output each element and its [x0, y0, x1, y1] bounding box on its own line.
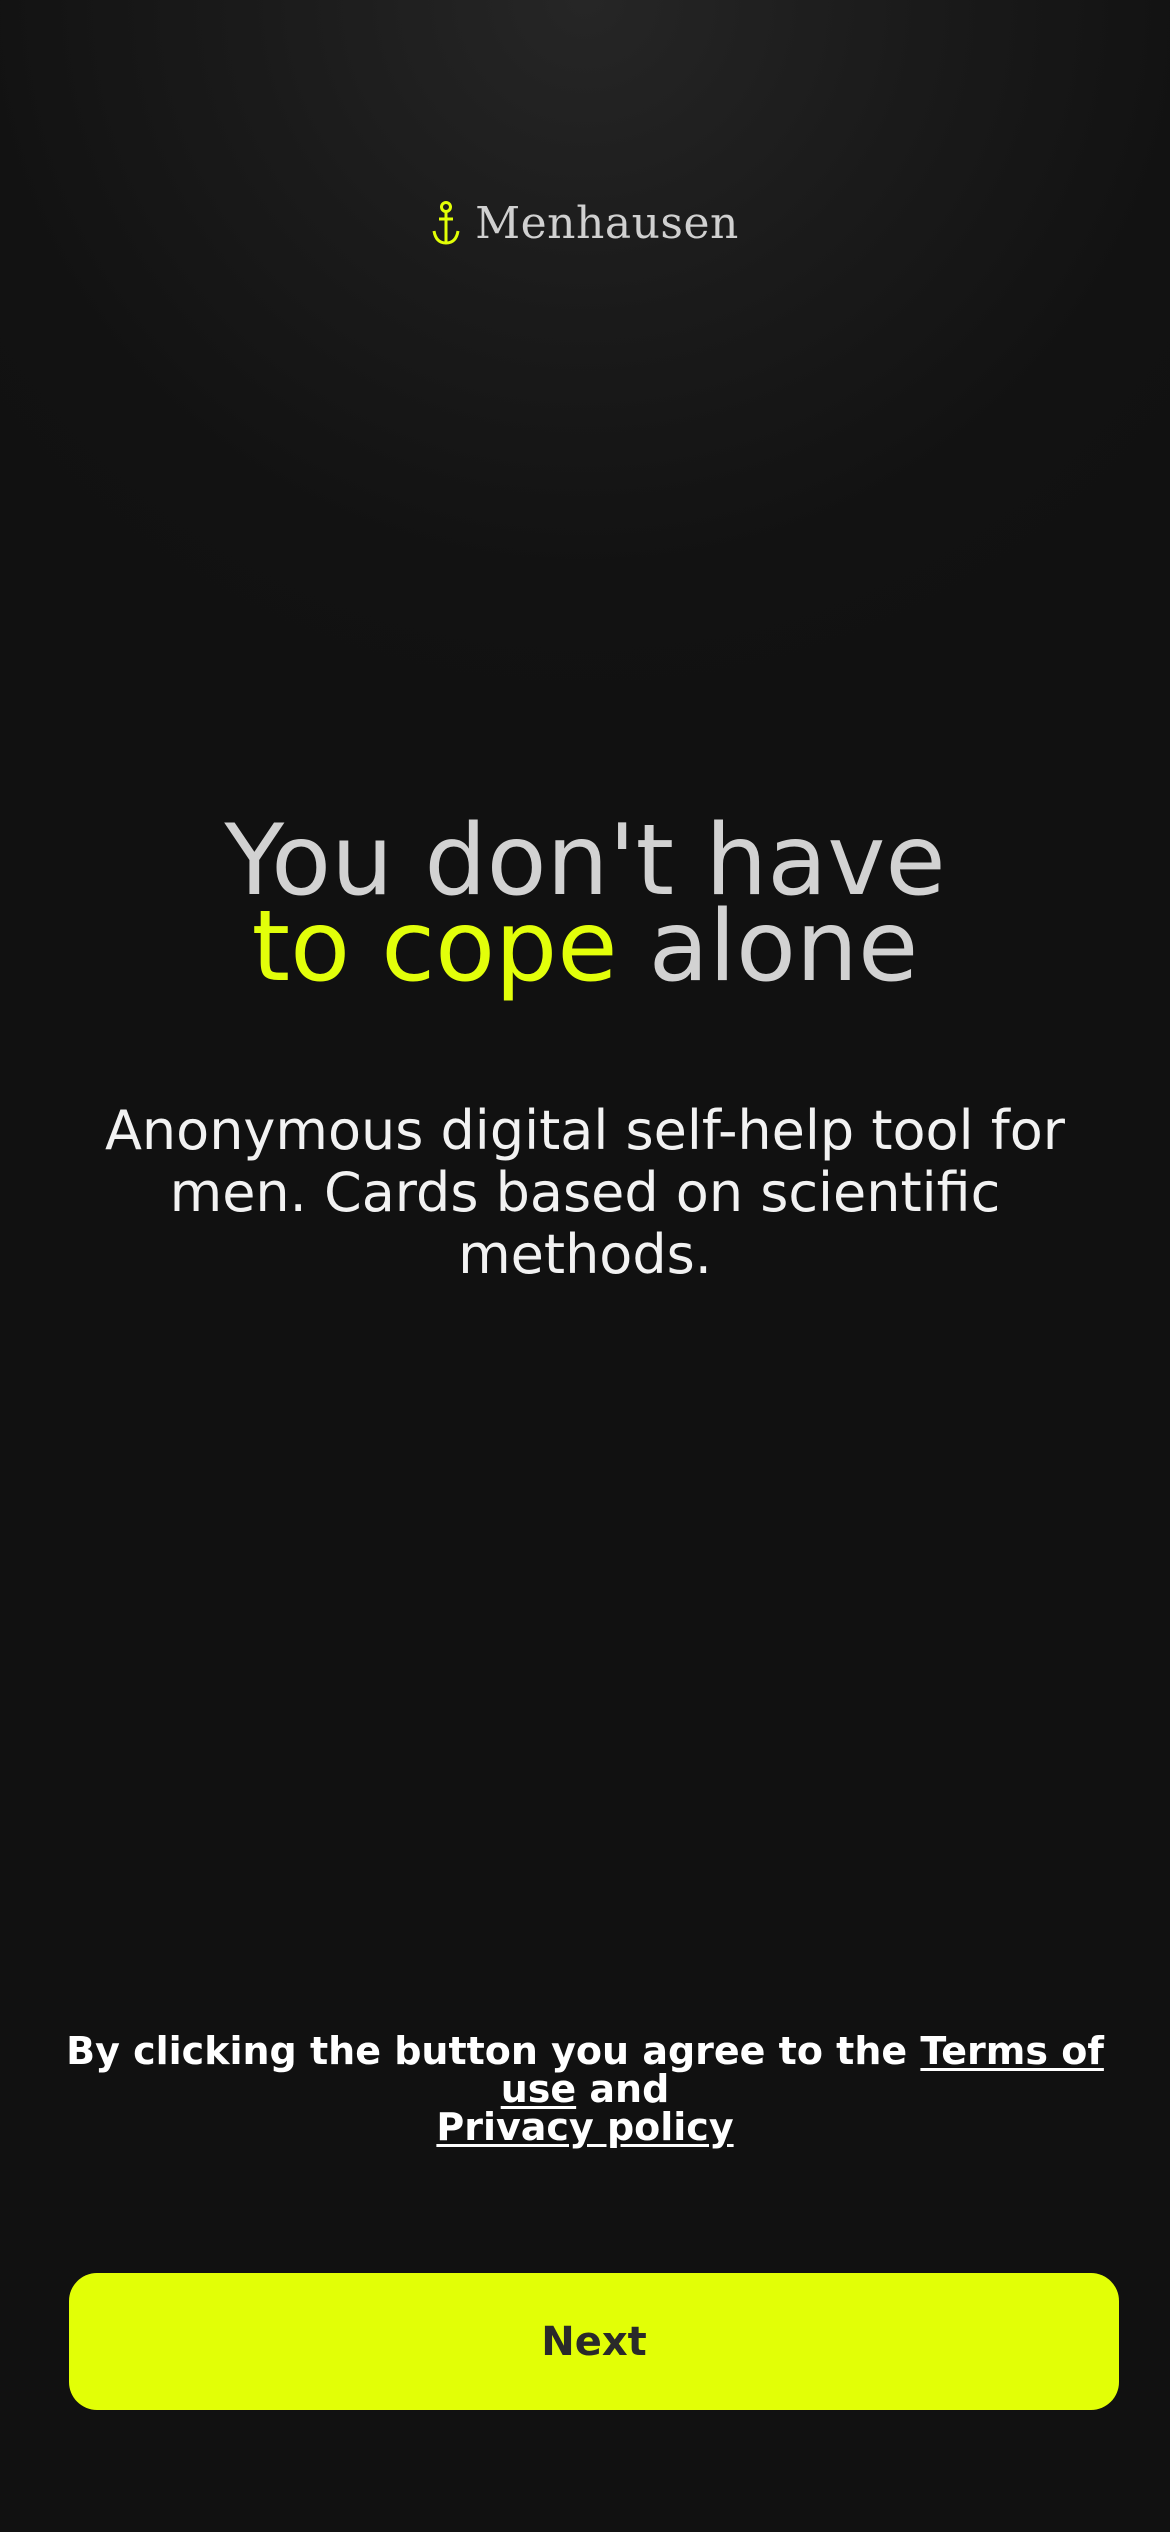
legal-notice: By clicking the button you agree to the …	[40, 2032, 1130, 2146]
privacy-policy-link[interactable]: Privacy policy	[436, 2105, 733, 2149]
page-subtitle: Anonymous digital self-help tool for men…	[104, 1099, 1065, 1286]
app-name: Menhausen	[475, 198, 739, 249]
headline-rest-text: alone	[617, 890, 919, 1004]
page-title: You don't have to cope alone	[0, 812, 1170, 996]
next-button[interactable]: Next	[69, 2273, 1119, 2410]
headline-line-2: to cope alone	[0, 898, 1170, 996]
legal-prefix-text: By clicking the button you agree to the	[66, 2029, 921, 2073]
onboarding-screen: Menhausen You don't have to cope alone A…	[0, 0, 1170, 2532]
headline-accent-text: to cope	[251, 890, 618, 1004]
anchor-icon	[431, 200, 461, 247]
app-logo: Menhausen	[0, 198, 1170, 249]
